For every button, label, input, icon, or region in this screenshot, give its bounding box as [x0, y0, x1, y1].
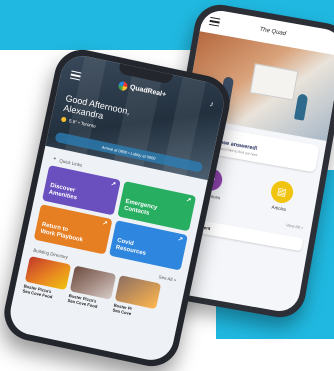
- hamburger-menu-icon[interactable]: [209, 16, 221, 28]
- restaurant-card[interactable]: Buster Pizza's Sea Cove Food: [22, 255, 72, 302]
- link-icon: ⚭: [52, 155, 58, 162]
- arrow-icon: ↗: [110, 181, 117, 189]
- logo-mark-icon: [117, 80, 129, 91]
- document-icon: ▤: [269, 179, 295, 205]
- restaurant-card[interactable]: Buster Pizza's Sea Cove Food: [67, 265, 117, 312]
- arrow-icon: ↗: [101, 220, 109, 228]
- back-app-title: The Quad: [259, 26, 287, 38]
- arrow-icon: ↗: [185, 197, 192, 205]
- hamburger-menu-icon[interactable]: [69, 70, 82, 83]
- whiteboard: [249, 63, 299, 101]
- section-title: Quick Links: [58, 157, 83, 168]
- see-all-link[interactable]: See All >: [158, 274, 177, 283]
- category-label: Articles: [271, 204, 287, 212]
- bell-icon[interactable]: ♪: [209, 99, 215, 109]
- category-articles[interactable]: ▤ Articles: [268, 179, 295, 212]
- front-phone-screen: QuadReal+ ♪ Good Afternoon, Alexandra 5.…: [6, 51, 228, 365]
- phone-front: QuadReal+ ♪ Good Afternoon, Alexandra 5.…: [0, 44, 235, 371]
- sun-icon: [60, 116, 67, 123]
- restaurant-card[interactable]: Buster Pi Sea Cove: [112, 275, 162, 321]
- person-figure: [293, 93, 309, 121]
- arrow-icon: ↗: [177, 236, 184, 244]
